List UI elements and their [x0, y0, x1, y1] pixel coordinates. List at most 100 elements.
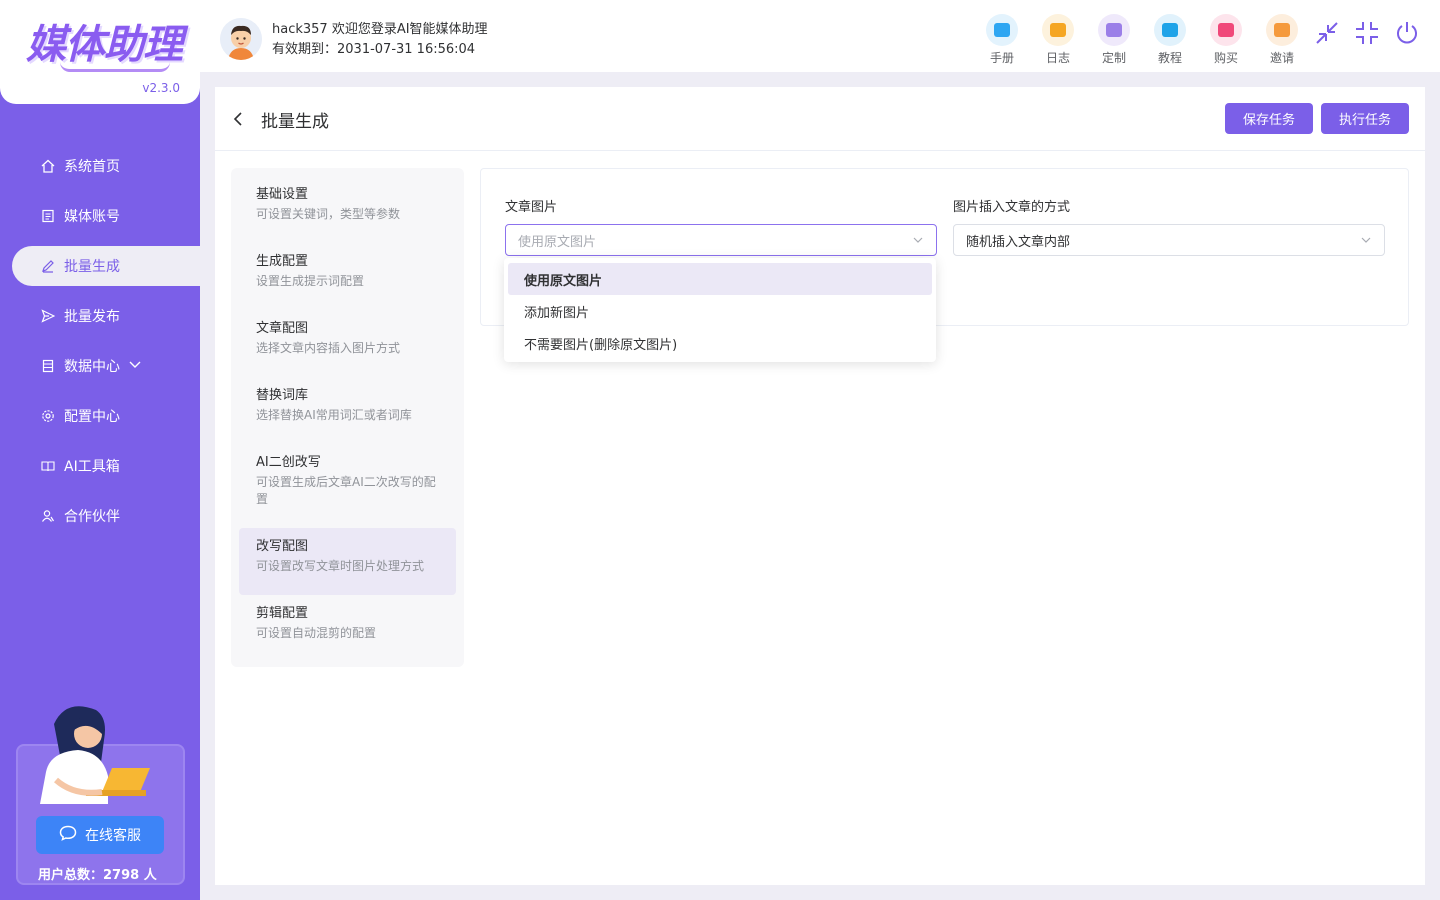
step-basic-settings[interactable]: 基础设置 可设置关键词，类型等参数	[239, 176, 456, 243]
option-use-original[interactable]: 使用原文图片	[508, 263, 932, 295]
custom-icon	[1098, 14, 1130, 46]
step-desc: 选择文章内容插入图片方式	[256, 341, 401, 355]
tool-buy[interactable]: 购买	[1198, 14, 1254, 66]
step-desc: 设置生成提示词配置	[256, 274, 365, 288]
tool-label: 日志	[1045, 51, 1070, 65]
invite-icon	[1266, 14, 1298, 46]
tool-label: 购买	[1213, 51, 1238, 65]
step-title: AI二创改写	[256, 455, 321, 470]
manual-icon	[986, 14, 1018, 46]
chevron-down-icon	[913, 237, 923, 243]
page-header: 批量生成 保存任务 执行任务	[215, 87, 1425, 151]
option-add-new[interactable]: 添加新图片	[508, 295, 932, 327]
article-image-label: 文章图片	[505, 200, 558, 215]
tool-manual[interactable]: 手册	[974, 14, 1030, 66]
welcome-text: hack357 欢迎您登录AI智能媒体助理	[272, 22, 488, 37]
step-title: 文章配图	[256, 321, 309, 336]
sidebar-item-partners[interactable]: 合作伙伴	[0, 491, 200, 541]
back-icon[interactable]	[231, 109, 245, 129]
sidebar-item-label: 媒体账号	[64, 209, 120, 225]
save-task-button[interactable]: 保存任务	[1225, 103, 1313, 134]
article-image-dropdown: 使用原文图片 添加新图片 不需要图片(删除原文图片)	[504, 258, 936, 362]
tool-log[interactable]: 日志	[1030, 14, 1086, 66]
sidebar-item-accounts[interactable]: 媒体账号	[0, 191, 200, 241]
chevron-down-icon	[128, 358, 142, 374]
step-title: 生成配置	[256, 254, 309, 269]
select-placeholder: 使用原文图片	[518, 234, 597, 250]
step-desc: 可设置改写文章时图片处理方式	[256, 559, 425, 573]
steps-list: 基础设置 可设置关键词，类型等参数 生成配置 设置生成提示词配置 文章配图 选择…	[231, 168, 464, 667]
step-edit-config[interactable]: 剪辑配置 可设置自动混剪的配置	[239, 595, 456, 662]
tool-label: 教程	[1157, 51, 1182, 65]
compress-icon[interactable]	[1354, 20, 1380, 46]
account-icon	[40, 208, 56, 224]
step-desc: 可设置关键词，类型等参数	[256, 207, 401, 221]
step-generate-config[interactable]: 生成配置 设置生成提示词配置	[239, 243, 456, 310]
minimize-icon[interactable]	[1314, 20, 1340, 46]
sidebar-item-label: 批量生成	[64, 259, 120, 275]
insert-method-select[interactable]: 随机插入文章内部	[953, 224, 1385, 256]
step-title: 基础设置	[256, 187, 309, 202]
step-article-images[interactable]: 文章配图 选择文章内容插入图片方式	[239, 310, 456, 377]
chevron-down-icon	[1361, 237, 1371, 243]
step-replace-lexicon[interactable]: 替换词库 选择替换AI常用词汇或者词库	[239, 377, 456, 444]
select-value: 随机插入文章内部	[966, 234, 1071, 250]
header-tools: 手册 日志 定制 教程 购买 邀请	[974, 14, 1310, 66]
sidebar-item-batch-generate[interactable]: 批量生成	[12, 246, 200, 286]
main-panel: 批量生成 保存任务 执行任务 基础设置 可设置关键词，类型等参数 生成配置 设置…	[215, 87, 1425, 885]
sidebar-item-batch-publish[interactable]: 批量发布	[0, 291, 200, 341]
data-icon	[40, 358, 56, 374]
sidebar-item-label: 配置中心	[64, 409, 120, 425]
step-desc: 可设置生成后文章AI二次改写的配置	[256, 475, 436, 506]
step-rewrite-images[interactable]: 改写配图 可设置改写文章时图片处理方式	[239, 528, 456, 595]
app-version: v2.3.0	[142, 81, 180, 95]
sidebar-nav: 系统首页 媒体账号 批量生成 批量发布 数据中心 配置中心 AI工具箱 合作伙伴	[0, 141, 200, 541]
step-title: 剪辑配置	[256, 606, 309, 621]
sidebar-item-label: AI工具箱	[64, 459, 120, 475]
sidebar-item-label: 系统首页	[64, 159, 120, 175]
partner-icon	[40, 508, 56, 524]
sidebar-item-ai-toolbox[interactable]: AI工具箱	[0, 441, 200, 491]
sidebar-item-label: 数据中心	[64, 359, 120, 375]
sidebar-item-data-center[interactable]: 数据中心	[0, 341, 200, 391]
option-no-image[interactable]: 不需要图片(删除原文图片)	[508, 327, 932, 359]
power-icon[interactable]	[1394, 20, 1420, 46]
step-ai-rewrite[interactable]: AI二创改写 可设置生成后文章AI二次改写的配置	[239, 444, 456, 528]
gear-icon	[40, 408, 56, 424]
user-count: 用户总数：2798 人	[38, 868, 157, 883]
avatar[interactable]	[220, 18, 262, 60]
tool-tutorial[interactable]: 教程	[1142, 14, 1198, 66]
top-header: hack357 欢迎您登录AI智能媒体助理 有效期到：2031-07-31 16…	[200, 0, 1440, 72]
edit-icon	[40, 258, 56, 274]
step-desc: 选择替换AI常用词汇或者词库	[256, 408, 412, 422]
run-task-button[interactable]: 执行任务	[1321, 103, 1409, 134]
tool-custom[interactable]: 定制	[1086, 14, 1142, 66]
sidebar-item-home[interactable]: 系统首页	[0, 141, 200, 191]
support-button-label: 在线客服	[85, 828, 141, 844]
step-desc: 可设置自动混剪的配置	[256, 626, 377, 640]
wallet-icon	[1210, 14, 1242, 46]
chat-icon	[59, 825, 77, 845]
sidebar: 媒体助理 v2.3.0 系统首页 媒体账号 批量生成 批量发布 数据中心 配置中…	[0, 0, 200, 900]
tool-invite[interactable]: 邀请	[1254, 14, 1310, 66]
article-image-select[interactable]: 使用原文图片	[505, 224, 937, 256]
logo-area: 媒体助理 v2.3.0	[0, 0, 200, 104]
page-title: 批量生成	[261, 112, 329, 132]
sidebar-item-label: 批量发布	[64, 309, 120, 325]
insert-method-label: 图片插入文章的方式	[953, 200, 1071, 215]
logo-swoosh	[60, 62, 170, 72]
online-support-button[interactable]: 在线客服	[36, 816, 164, 854]
log-icon	[1042, 14, 1074, 46]
step-title: 替换词库	[256, 388, 309, 403]
tool-label: 定制	[1101, 51, 1126, 65]
tool-label: 邀请	[1269, 51, 1294, 65]
step-title: 改写配图	[256, 539, 309, 554]
window-controls	[1314, 20, 1420, 46]
support-illustration	[40, 706, 150, 804]
sidebar-item-label: 合作伙伴	[64, 509, 120, 525]
sidebar-item-config-center[interactable]: 配置中心	[0, 391, 200, 441]
tutorial-icon	[1154, 14, 1186, 46]
tool-label: 手册	[989, 51, 1014, 65]
book-icon	[40, 458, 56, 474]
expiry-text: 有效期到：2031-07-31 16:56:04	[272, 42, 476, 57]
